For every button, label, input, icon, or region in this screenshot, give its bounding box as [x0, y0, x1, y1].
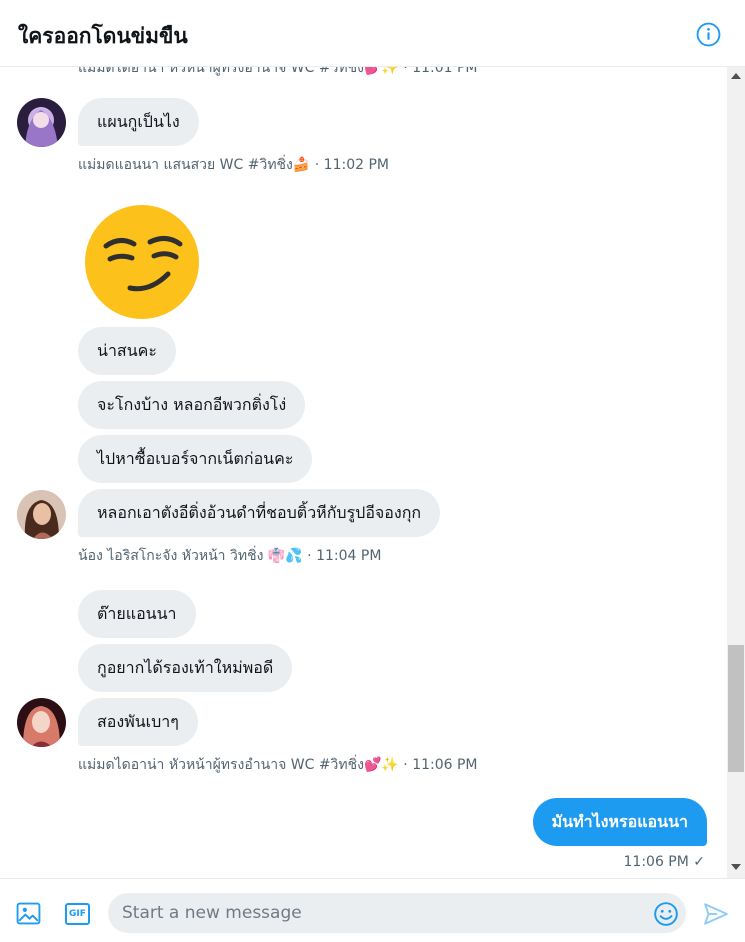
message-thread[interactable]: แม่มดไดอาน่า หัวหน้าผู้ทรงอำนาจ WC #วิทช…: [0, 67, 727, 878]
message-bubble[interactable]: ต๊ายแอนนา: [78, 590, 196, 638]
message-input[interactable]: [108, 893, 686, 933]
conversation-header: ใครออกโดนข่มขืน: [0, 0, 745, 67]
message-composer: GIF: [0, 878, 745, 942]
info-icon[interactable]: [696, 22, 721, 47]
avatar[interactable]: [17, 98, 66, 147]
message-bubble[interactable]: สองพันเบาๆ: [78, 698, 198, 746]
scrollbar-thumb[interactable]: [728, 645, 744, 772]
message-bubble[interactable]: น่าสนคะ: [78, 327, 176, 375]
avatar[interactable]: [17, 698, 66, 747]
conversation-title: ใครออกโดนข่มขืน: [18, 24, 188, 48]
message-bubble[interactable]: จะโกงบ้าง หลอกอีพวกติ่งโง่: [78, 381, 306, 429]
message-meta: น้อง ไอริสโกะจัง หัวหน้า วิทชิ่ง 👘💦 · 11…: [78, 548, 382, 564]
message-meta: แม่มดแอนนา แสนสวย WC #วิทชิ่ง🍰 · 11:02 P…: [78, 157, 389, 173]
scroll-up-arrow-icon[interactable]: [731, 73, 741, 79]
outgoing-message-bubble[interactable]: มันทำไงหรอแอนนา: [532, 798, 707, 846]
emoji-icon[interactable]: [653, 901, 679, 927]
send-icon[interactable]: [703, 901, 729, 927]
outgoing-message-meta: 11:06 PM ✓: [623, 854, 706, 870]
message-bubble[interactable]: ไปหาซื้อเบอร์จากเน็ตก่อนคะ: [78, 435, 313, 483]
image-icon[interactable]: [16, 901, 41, 926]
message-meta: แม่มดไดอาน่า หัวหน้าผู้ทรงอำนาจ WC #วิทช…: [78, 67, 478, 76]
gif-button[interactable]: GIF: [65, 903, 90, 925]
scroll-down-arrow-icon[interactable]: [731, 864, 741, 870]
scrollbar[interactable]: [727, 67, 745, 878]
message-bubble[interactable]: แผนกูเป็นไง: [78, 98, 199, 146]
avatar[interactable]: [17, 490, 66, 539]
smirking-face-icon: [85, 205, 199, 319]
message-bubble[interactable]: กูอยากได้รองเท้าใหม่พอดี: [78, 644, 293, 692]
message-bubble[interactable]: หลอกเอาตังอีติ่งอ้วนดำที่ชอบติ้วหีกับรูป…: [78, 489, 441, 537]
message-meta: แม่มดไดอาน่า หัวหน้าผู้ทรงอำนาจ WC #วิทช…: [78, 757, 478, 773]
